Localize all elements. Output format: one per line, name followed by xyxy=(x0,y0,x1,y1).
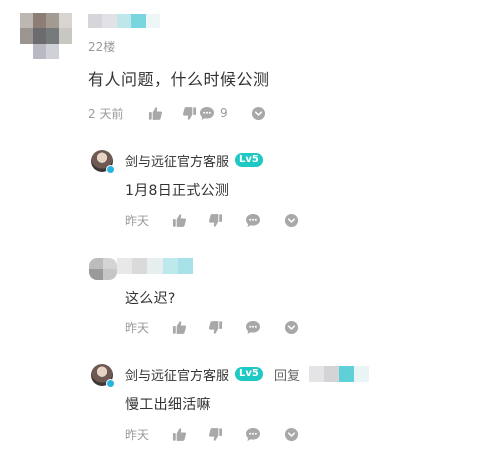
thumbs-up-icon[interactable] xyxy=(146,104,164,122)
reply-target-username-censored[interactable] xyxy=(309,366,369,382)
thumbs-down-icon[interactable] xyxy=(180,104,198,122)
more-chevron-icon[interactable] xyxy=(250,104,268,122)
reply-actions: 昨天 xyxy=(125,317,300,337)
comment-bubble-icon[interactable] xyxy=(244,211,262,229)
more-chevron-icon[interactable] xyxy=(282,318,300,336)
verified-badge-icon xyxy=(106,379,115,388)
user-avatar-censored[interactable] xyxy=(89,258,117,280)
user-avatar-censored[interactable] xyxy=(20,13,72,59)
reply-text: 1月8日正式公测 xyxy=(125,183,230,199)
more-chevron-icon[interactable] xyxy=(282,425,300,443)
comment-bubble-icon[interactable] xyxy=(244,318,262,336)
username-censored[interactable] xyxy=(117,258,193,274)
comment-bubble-icon[interactable] xyxy=(198,104,216,122)
floor-number: 22楼 xyxy=(88,40,116,54)
thumbs-up-icon[interactable] xyxy=(170,318,188,336)
thumbs-down-icon[interactable] xyxy=(206,425,224,443)
thumbs-up-icon[interactable] xyxy=(170,211,188,229)
reply-text: 慢工出细活嘛 xyxy=(125,397,211,413)
comment-actions: 2 天前 9 xyxy=(88,103,268,123)
comment-bubble-icon[interactable] xyxy=(244,425,262,443)
more-chevron-icon[interactable] xyxy=(282,211,300,229)
thumbs-up-icon[interactable] xyxy=(170,425,188,443)
reply-author[interactable]: 剑与远征官方客服 xyxy=(125,365,229,384)
thumbs-down-icon[interactable] xyxy=(206,318,224,336)
reply-text: 这么迟? xyxy=(125,291,176,307)
reply-to-label: 回复 xyxy=(274,369,301,384)
reply-time: 昨天 xyxy=(125,320,150,335)
reply-actions: 昨天 xyxy=(125,424,300,444)
verified-badge-icon xyxy=(106,165,115,174)
reply-author[interactable]: 剑与远征官方客服 xyxy=(125,151,229,170)
level-badge: Lv5 xyxy=(235,153,263,167)
username-censored[interactable] xyxy=(88,14,160,28)
reply-count: 9 xyxy=(220,106,228,120)
reply-actions: 昨天 xyxy=(125,210,300,230)
level-badge: Lv5 xyxy=(235,367,263,381)
reply-time: 昨天 xyxy=(125,213,150,228)
comment-text: 有人问题，什么时候公测 xyxy=(88,70,270,89)
thumbs-down-icon[interactable] xyxy=(206,211,224,229)
comment-time: 2 天前 xyxy=(88,106,124,121)
reply-time: 昨天 xyxy=(125,427,150,442)
